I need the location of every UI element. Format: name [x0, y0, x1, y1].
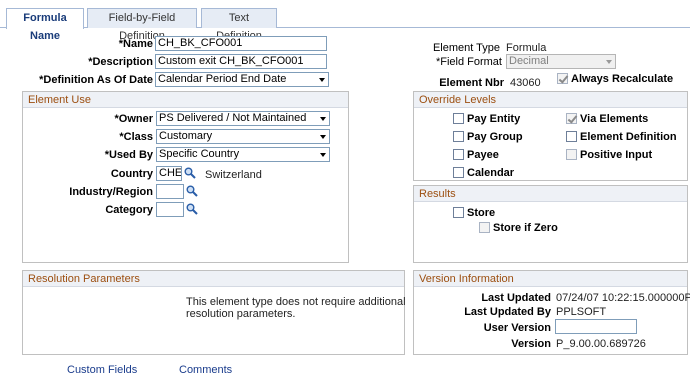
description-label: *Description	[88, 56, 153, 68]
comments-link[interactable]: Comments	[179, 364, 232, 376]
tab-formula-name[interactable]: Formula Name	[6, 8, 84, 42]
name-label: *Name	[118, 38, 153, 50]
element-definition-checkbox[interactable]	[566, 131, 577, 142]
pay-group-label: Pay Group	[467, 131, 523, 143]
owner-label: *Owner	[114, 113, 153, 125]
field-format-label: *Field Format	[435, 56, 502, 68]
definition-as-of-select[interactable]: Calendar Period End Date	[155, 72, 329, 87]
chevron-down-icon	[320, 153, 326, 157]
used-by-label: *Used By	[104, 149, 153, 161]
chevron-down-icon	[320, 135, 326, 139]
custom-fields-link[interactable]: Custom Fields	[67, 364, 137, 376]
last-updated-by-label: Last Updated By	[464, 306, 551, 318]
tab-text-definition[interactable]: Text Definition	[201, 8, 277, 42]
owner-select[interactable]: PS Delivered / Not Maintained	[156, 111, 330, 126]
class-select[interactable]: Customary	[156, 129, 330, 144]
version-value: P_9.00.00.689726	[556, 338, 646, 350]
payee-checkbox[interactable]	[453, 149, 464, 160]
user-version-field[interactable]	[555, 319, 637, 334]
user-version-label: User Version	[483, 322, 551, 334]
pay-entity-label: Pay Entity	[467, 113, 521, 125]
last-updated-value: 07/24/07 10:22:15.000000PM	[556, 292, 690, 304]
element-nbr-value: 43060	[510, 77, 541, 89]
class-value: Customary	[159, 130, 213, 142]
positive-input-label: Positive Input	[580, 149, 653, 161]
via-elements-checkbox	[566, 113, 577, 124]
lookup-icon[interactable]	[186, 203, 198, 215]
resolution-message-line2: resolution parameters.	[186, 308, 296, 320]
chevron-down-icon	[319, 78, 325, 82]
chevron-down-icon	[320, 117, 326, 121]
pay-group-checkbox[interactable]	[453, 131, 464, 142]
positive-input-checkbox	[566, 149, 577, 160]
category-field[interactable]	[156, 202, 184, 217]
element-definition-label: Element Definition	[580, 131, 677, 143]
country-description: Switzerland	[205, 169, 262, 181]
version-label: Version	[511, 338, 551, 350]
resolution-parameters-title: Resolution Parameters	[23, 271, 404, 287]
definition-as-of-value: Calendar Period End Date	[158, 73, 287, 85]
results-title: Results	[414, 186, 687, 202]
store-if-zero-label: Store if Zero	[493, 222, 558, 234]
override-levels-title: Override Levels	[414, 92, 687, 108]
lookup-icon[interactable]	[186, 185, 198, 197]
chevron-down-icon	[606, 60, 612, 64]
field-format-select: Decimal	[506, 54, 616, 69]
via-elements-label: Via Elements	[580, 113, 649, 125]
industry-region-field[interactable]	[156, 184, 184, 199]
store-checkbox[interactable]	[453, 207, 464, 218]
version-information-title: Version Information	[414, 271, 687, 287]
description-field[interactable]: Custom exit CH_BK_CFO001	[155, 54, 327, 69]
always-recalculate-label: Always Recalculate	[571, 73, 674, 85]
category-label: Category	[105, 204, 153, 216]
used-by-select[interactable]: Specific Country	[156, 147, 330, 162]
owner-value: PS Delivered / Not Maintained	[159, 112, 307, 124]
payee-label: Payee	[467, 149, 499, 161]
store-if-zero-checkbox	[479, 222, 490, 233]
element-use-title: Element Use	[23, 92, 348, 108]
country-label: Country	[110, 168, 153, 180]
calendar-checkbox[interactable]	[453, 167, 464, 178]
last-updated-label: Last Updated	[481, 292, 551, 304]
pay-entity-checkbox[interactable]	[453, 113, 464, 124]
name-field[interactable]: CH_BK_CFO001	[155, 36, 327, 51]
definition-as-of-label: *Definition As Of Date	[39, 74, 153, 86]
class-label: *Class	[119, 131, 153, 143]
tab-field-by-field-definition[interactable]: Field-by-Field Definition	[87, 8, 197, 42]
element-type-label: Element Type	[432, 42, 500, 54]
store-label: Store	[467, 207, 496, 219]
industry-region-label: Industry/Region	[69, 186, 153, 198]
last-updated-by-value: PPLSOFT	[556, 306, 607, 318]
element-nbr-label: Element Nbr	[439, 77, 504, 89]
calendar-label: Calendar	[467, 167, 515, 179]
lookup-icon[interactable]	[184, 167, 196, 179]
country-field[interactable]: CHE	[156, 166, 182, 181]
used-by-value: Specific Country	[159, 148, 240, 160]
field-format-value: Decimal	[509, 55, 549, 67]
always-recalculate-checkbox	[557, 73, 568, 84]
element-type-value: Formula	[506, 42, 547, 54]
